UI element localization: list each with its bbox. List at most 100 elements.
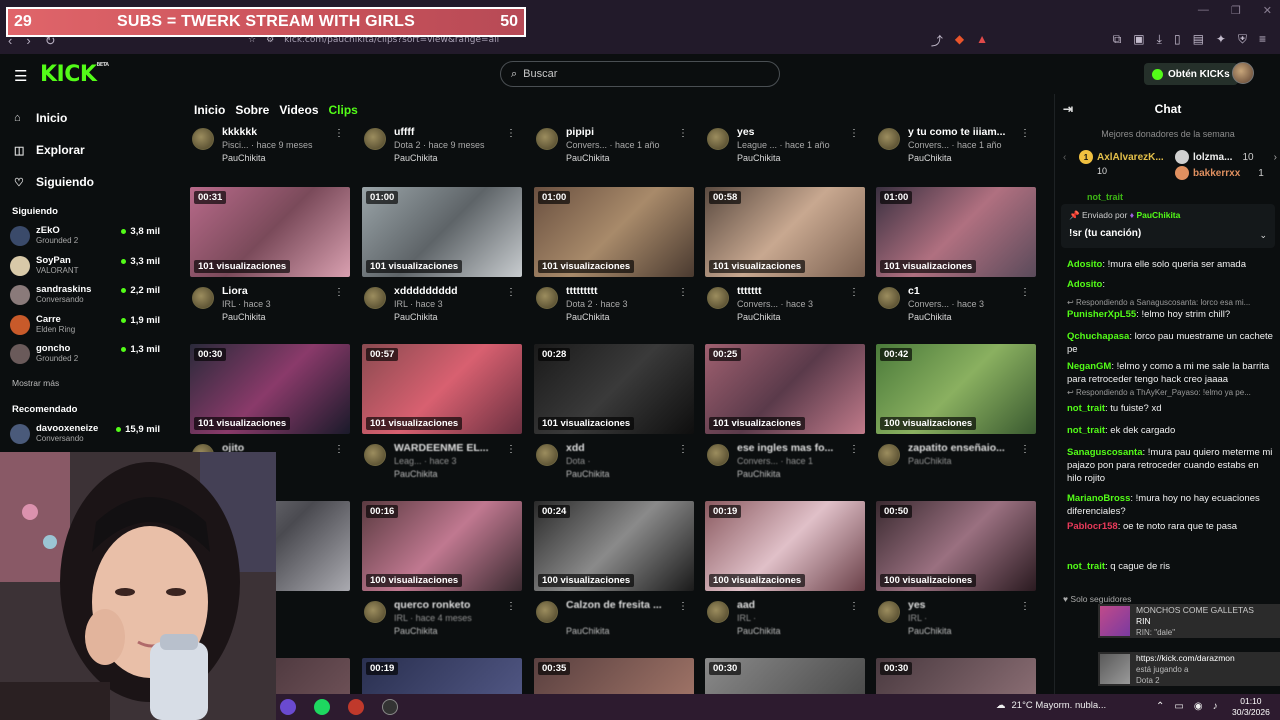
- clip-thumbnail[interactable]: 00:16 100 visualizaciones: [362, 501, 522, 591]
- more-options-icon[interactable]: ⋮: [849, 444, 859, 455]
- followed-channel[interactable]: Carre Elden Ring 1,9 mil: [10, 311, 160, 339]
- more-options-icon[interactable]: ⋮: [334, 287, 344, 298]
- clip-thumbnail[interactable]: 00:19 100 visualizaciones: [705, 501, 865, 591]
- clip-channel[interactable]: PauChikita: [737, 626, 781, 636]
- wallet-icon[interactable]: ▤: [1193, 32, 1204, 47]
- more-options-icon[interactable]: ⋮: [849, 287, 859, 298]
- clip-thumbnail[interactable]: 00:42 100 visualizaciones: [876, 344, 1036, 434]
- shield-icon[interactable]: ◆: [955, 32, 964, 49]
- chat-username[interactable]: not_trait: [1067, 561, 1105, 572]
- donor-3[interactable]: bakkerrxx 1: [1175, 166, 1264, 180]
- clip-title[interactable]: aad: [737, 599, 853, 611]
- ai-icon[interactable]: ✦: [1216, 32, 1226, 47]
- clip-channel[interactable]: PauChikita: [394, 312, 438, 322]
- more-options-icon[interactable]: ⋮: [334, 128, 344, 139]
- more-options-icon[interactable]: ⋮: [678, 444, 688, 455]
- clip-channel[interactable]: PauChikita: [222, 312, 266, 322]
- spotify-icon[interactable]: [314, 699, 330, 715]
- clip-meta[interactable]: xdd Dota · PauChikita ⋮: [532, 438, 692, 484]
- more-options-icon[interactable]: ⋮: [678, 287, 688, 298]
- notification-popup[interactable]: MONCHOS COME GALLETAS RIN RIN: "dale": [1098, 604, 1280, 638]
- app-icon[interactable]: [280, 699, 296, 715]
- clip-meta[interactable]: ttttttttt Dota 2 · hace 3 PauChikita ⋮: [532, 281, 692, 327]
- followed-channel[interactable]: SoyPan VALORANT 3,3 mil: [10, 252, 160, 280]
- clip-channel[interactable]: PauChikita: [737, 312, 781, 322]
- user-avatar[interactable]: [1232, 62, 1254, 84]
- obs-icon[interactable]: [348, 699, 364, 715]
- more-options-icon[interactable]: ⋮: [506, 444, 516, 455]
- vpn-icon[interactable]: ⛨: [1238, 32, 1247, 47]
- more-options-icon[interactable]: ⋮: [1020, 444, 1030, 455]
- download-icon[interactable]: ⤓: [1157, 32, 1162, 47]
- next-arrow-icon[interactable]: ›: [1274, 152, 1277, 163]
- network-icon[interactable]: ◉: [1194, 701, 1203, 712]
- clip-thumbnail[interactable]: 00:58 101 visualizaciones: [705, 187, 865, 277]
- clip-channel[interactable]: PauChikita: [737, 469, 781, 479]
- weather-widget[interactable]: ☁ 21°C Mayorm. nubla...: [996, 700, 1106, 711]
- clip-meta[interactable]: Calzon de fresita ... PauChikita ⋮: [532, 595, 692, 641]
- get-kicks-button[interactable]: Obtén KICKs: [1144, 63, 1238, 85]
- search-box[interactable]: ⌕: [500, 61, 780, 87]
- followed-channel[interactable]: sandraskins Conversando 2,2 mil: [10, 281, 160, 309]
- clip-thumbnail[interactable]: 00:31 101 visualizaciones: [190, 187, 350, 277]
- sidebar-icon[interactable]: ▯: [1174, 32, 1181, 47]
- search-input[interactable]: [523, 68, 744, 80]
- clip-meta[interactable]: c1 Convers... · hace 3 PauChikita ⋮: [874, 281, 1034, 327]
- clip-meta[interactable]: pipipi Convers... · hace 1 año PauChikita ⋮: [532, 122, 692, 168]
- clip-channel[interactable]: PauChikita: [566, 469, 610, 479]
- warning-icon[interactable]: ▲: [976, 32, 988, 49]
- clip-title[interactable]: zapatito enseñaio...: [908, 442, 1024, 454]
- chat-message[interactable]: Pablocr158: oe te noto rara que te pasa: [1067, 520, 1273, 533]
- followed-channel[interactable]: davooxeneize Conversando 15,9 mil: [10, 420, 160, 448]
- chat-message[interactable]: not_trait: q cague de ris: [1067, 560, 1273, 573]
- menu-icon[interactable]: ≡: [1259, 32, 1266, 47]
- clip-channel[interactable]: PauChikita: [908, 312, 952, 322]
- clip-channel[interactable]: PauChikita: [908, 153, 952, 163]
- extensions-icon[interactable]: ⧉: [1113, 32, 1122, 47]
- clip-thumbnail[interactable]: 00:57 101 visualizaciones: [362, 344, 522, 434]
- sidebar-item-inicio[interactable]: ⌂ Inicio: [14, 102, 94, 134]
- clip-title[interactable]: WARDEENME EL...: [394, 442, 510, 454]
- chat-message[interactable]: not_trait: tu fuiste? xd: [1067, 402, 1273, 415]
- clip-title[interactable]: Liora: [222, 285, 338, 297]
- followed-channel[interactable]: goncho Grounded 2 1,3 mil: [10, 340, 160, 368]
- clip-title[interactable]: uffff: [394, 126, 510, 138]
- clip-channel[interactable]: PauChikita: [566, 312, 610, 322]
- tab-sobre[interactable]: Sobre: [235, 103, 269, 117]
- clip-meta[interactable]: uffff Dota 2 · hace 9 meses PauChikita ⋮: [360, 122, 520, 168]
- clip-channel[interactable]: PauChikita: [908, 626, 952, 636]
- clip-channel[interactable]: PauChikita: [737, 153, 781, 163]
- more-options-icon[interactable]: ⋮: [849, 128, 859, 139]
- clip-title[interactable]: ttttttttt: [566, 285, 682, 297]
- more-options-icon[interactable]: ⋮: [1020, 287, 1030, 298]
- tab-clips[interactable]: Clips: [329, 103, 358, 117]
- more-options-icon[interactable]: ⋮: [506, 128, 516, 139]
- chat-username[interactable]: Qchuchapasa: [1067, 331, 1129, 342]
- chat-username[interactable]: Pablocr158: [1067, 521, 1118, 532]
- clip-title[interactable]: querco ronketo: [394, 599, 510, 611]
- kick-app-icon[interactable]: [382, 699, 398, 715]
- chat-username[interactable]: Adosito: [1067, 259, 1102, 270]
- clip-meta[interactable]: ese ingles mas fo... Convers... · hace 1 P…: [703, 438, 863, 484]
- clip-title[interactable]: c1: [908, 285, 1024, 297]
- clip-thumbnail[interactable]: 00:28 101 visualizaciones: [534, 344, 694, 434]
- maximize-icon[interactable]: ❐: [1231, 4, 1241, 17]
- tab-icon[interactable]: ▣: [1133, 32, 1144, 47]
- sidebar-item-siguiendo[interactable]: ♡ Siguiendo: [14, 166, 94, 198]
- clip-thumbnail[interactable]: 00:30 101 visualizaciones: [190, 344, 350, 434]
- chevron-up-icon[interactable]: ⌃: [1156, 701, 1164, 712]
- chat-message[interactable]: Qchuchapasa: lorco pau muestrame un cach…: [1067, 330, 1273, 356]
- clip-title[interactable]: ese ingles mas fo...: [737, 442, 853, 454]
- chat-message[interactable]: MarianoBross: !mura hoy no hay ecuacione…: [1067, 492, 1273, 518]
- prev-arrow-icon[interactable]: ‹: [1063, 152, 1066, 163]
- chat-username[interactable]: Adosito: [1067, 279, 1102, 290]
- sidebar-item-explorar[interactable]: ◫ Explorar: [14, 134, 94, 166]
- clip-channel[interactable]: PauChikita: [566, 153, 610, 163]
- chat-message[interactable]: Adosito: !mura elle solo queria ser amad…: [1067, 258, 1273, 271]
- hamburger-icon[interactable]: ☰: [14, 67, 27, 85]
- clip-meta[interactable]: querco ronketo IRL · hace 4 meses PauChiki…: [360, 595, 520, 641]
- chevron-down-icon[interactable]: ⌄: [1259, 230, 1267, 241]
- clip-thumbnail[interactable]: 01:00 101 visualizaciones: [534, 187, 694, 277]
- more-options-icon[interactable]: ⋮: [334, 444, 344, 455]
- folder-icon[interactable]: ▭: [1174, 701, 1183, 712]
